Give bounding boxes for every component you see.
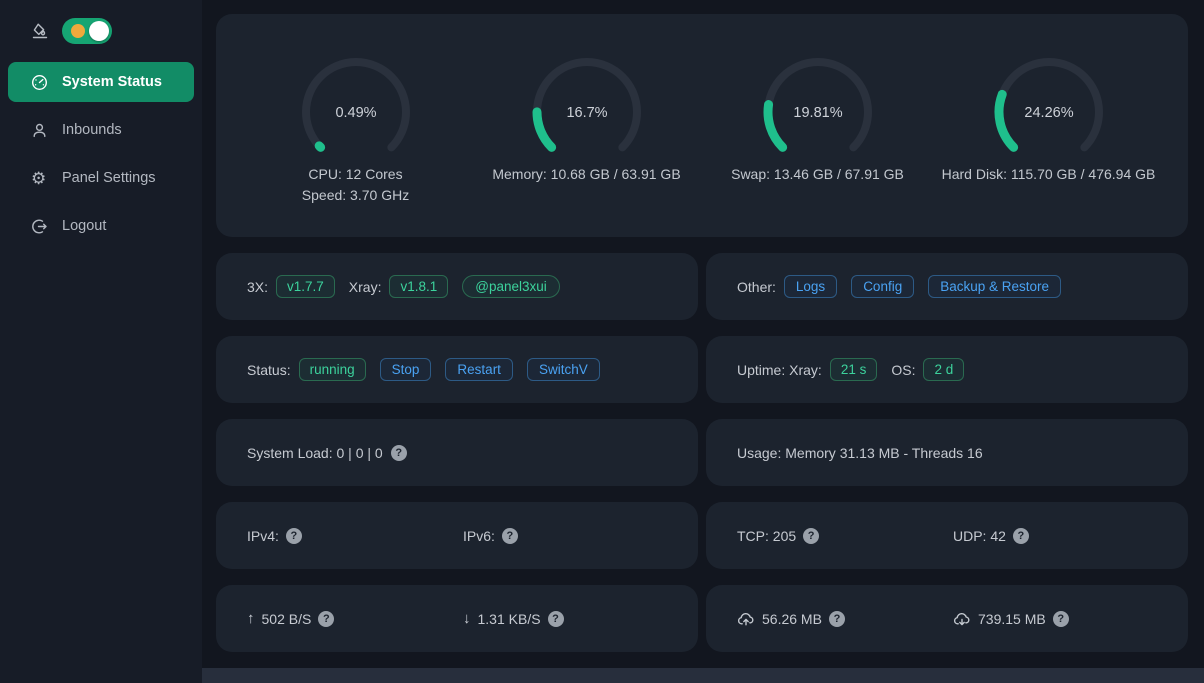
toggle-knob bbox=[89, 21, 109, 41]
sidebar-item-label: Logout bbox=[62, 218, 106, 234]
question-icon[interactable]: ? bbox=[318, 611, 334, 627]
ip-card: IPv4: ? IPv6: ? bbox=[216, 502, 698, 569]
panel-version-label: 3X: bbox=[247, 279, 268, 295]
traffic-total-card: 56.26 MB ? 739.15 MB ? bbox=[706, 585, 1188, 652]
version-card: 3X: v1.7.7 Xray: v1.8.1 @panel3xui bbox=[216, 253, 698, 320]
sidebar-item-label: System Status bbox=[62, 74, 162, 90]
gear-icon: ⚙ bbox=[31, 170, 48, 187]
uptime-os-badge: 2 d bbox=[923, 358, 964, 381]
system-load-card: System Load: 0 | 0 | 0 ? bbox=[216, 419, 698, 486]
question-icon[interactable]: ? bbox=[286, 528, 302, 544]
disk-gauge: 24.26% Hard Disk: 115.70 GB / 476.94 GB bbox=[933, 52, 1164, 237]
disk-label: Hard Disk: 115.70 GB / 476.94 GB bbox=[942, 164, 1156, 185]
memory-gauge: 16.7% Memory: 10.68 GB / 63.91 GB bbox=[471, 52, 702, 237]
dashboard-icon bbox=[31, 74, 48, 91]
swap-gauge: 19.81% Swap: 13.46 GB / 67.91 GB bbox=[702, 52, 933, 237]
cpu-label-line1: CPU: 12 Cores bbox=[308, 164, 402, 185]
logout-icon bbox=[31, 218, 48, 235]
stop-button[interactable]: Stop bbox=[380, 358, 432, 381]
cloud-upload-icon bbox=[737, 611, 755, 627]
app-window: System Status Inbounds ⚙ Panel Settings bbox=[0, 0, 1204, 683]
other-actions-card: Other: Logs Config Backup & Restore bbox=[706, 253, 1188, 320]
question-icon[interactable]: ? bbox=[803, 528, 819, 544]
sidebar-item-label: Inbounds bbox=[62, 122, 122, 138]
uptime-os-label: OS: bbox=[891, 362, 915, 378]
status-running-badge: running bbox=[299, 358, 366, 381]
switch-version-button[interactable]: SwitchV bbox=[527, 358, 600, 381]
total-upload-text: 56.26 MB bbox=[762, 611, 822, 627]
sidebar-theme-area bbox=[0, 14, 202, 48]
restart-button[interactable]: Restart bbox=[445, 358, 513, 381]
ipv6-label: IPv6: bbox=[463, 528, 495, 544]
status-label: Status: bbox=[247, 362, 291, 378]
sidebar-item-panel-settings[interactable]: ⚙ Panel Settings bbox=[8, 158, 194, 198]
arrow-up-icon: ↑ bbox=[247, 610, 255, 627]
system-load-text: System Load: 0 | 0 | 0 bbox=[247, 445, 383, 461]
question-icon[interactable]: ? bbox=[502, 528, 518, 544]
usage-text: Usage: Memory 31.13 MB - Threads 16 bbox=[737, 445, 983, 461]
upload-speed-text: 502 B/S bbox=[262, 611, 312, 627]
xray-version-badge: v1.8.1 bbox=[389, 275, 448, 298]
panel-version-badge: v1.7.7 bbox=[276, 275, 335, 298]
uptime-card: Uptime: Xray: 21 s OS: 2 d bbox=[706, 336, 1188, 403]
backup-restore-button[interactable]: Backup & Restore bbox=[928, 275, 1061, 298]
sidebar-item-logout[interactable]: Logout bbox=[8, 206, 194, 246]
user-icon bbox=[31, 122, 48, 139]
memory-label: Memory: 10.68 GB / 63.91 GB bbox=[492, 164, 680, 185]
swap-percent: 19.81% bbox=[793, 105, 842, 121]
question-icon[interactable]: ? bbox=[1053, 611, 1069, 627]
uptime-xray-label: Uptime: Xray: bbox=[737, 362, 822, 378]
ipv4-label: IPv4: bbox=[247, 528, 279, 544]
memory-percent: 16.7% bbox=[566, 105, 607, 121]
total-download-text: 739.15 MB bbox=[978, 611, 1046, 627]
xray-version-label: Xray: bbox=[349, 279, 382, 295]
sidebar-item-inbounds[interactable]: Inbounds bbox=[8, 110, 194, 150]
tcp-count-text: TCP: 205 bbox=[737, 528, 796, 544]
uptime-xray-badge: 21 s bbox=[830, 358, 878, 381]
network-speed-card: ↑ 502 B/S ? ↓ 1.31 KB/S ? bbox=[216, 585, 698, 652]
sidebar-item-label: Panel Settings bbox=[62, 170, 156, 186]
other-label: Other: bbox=[737, 279, 776, 295]
question-icon[interactable]: ? bbox=[1013, 528, 1029, 544]
cloud-download-icon bbox=[953, 611, 971, 627]
question-icon[interactable]: ? bbox=[548, 611, 564, 627]
sidebar-menu: System Status Inbounds ⚙ Panel Settings bbox=[0, 62, 202, 246]
cpu-gauge: 0.49% CPU: 12 Cores Speed: 3.70 GHz bbox=[240, 52, 471, 237]
question-icon[interactable]: ? bbox=[829, 611, 845, 627]
udp-count-text: UDP: 42 bbox=[953, 528, 1006, 544]
resource-gauges-card: 0.49% CPU: 12 Cores Speed: 3.70 GHz 16.7… bbox=[216, 14, 1188, 237]
toggle-sun-dot bbox=[71, 24, 85, 38]
disk-percent: 24.26% bbox=[1024, 105, 1073, 121]
logs-button[interactable]: Logs bbox=[784, 275, 837, 298]
swap-label: Swap: 13.46 GB / 67.91 GB bbox=[731, 164, 904, 185]
cpu-label-line2: Speed: 3.70 GHz bbox=[302, 185, 409, 206]
sidebar-item-system-status[interactable]: System Status bbox=[8, 62, 194, 102]
usage-card: Usage: Memory 31.13 MB - Threads 16 bbox=[706, 419, 1188, 486]
connections-card: TCP: 205 ? UDP: 42 ? bbox=[706, 502, 1188, 569]
arrow-down-icon: ↓ bbox=[463, 610, 471, 627]
xray-status-card: Status: running Stop Restart SwitchV bbox=[216, 336, 698, 403]
download-speed-text: 1.31 KB/S bbox=[478, 611, 541, 627]
telegram-channel-badge[interactable]: @panel3xui bbox=[462, 275, 560, 298]
cpu-percent: 0.49% bbox=[335, 105, 376, 121]
theme-colors-icon bbox=[31, 22, 49, 40]
config-button[interactable]: Config bbox=[851, 275, 914, 298]
sidebar: System Status Inbounds ⚙ Panel Settings bbox=[0, 0, 202, 683]
dark-mode-toggle[interactable] bbox=[62, 18, 112, 44]
system-status-page: 0.49% CPU: 12 Cores Speed: 3.70 GHz 16.7… bbox=[202, 0, 1204, 668]
question-icon[interactable]: ? bbox=[391, 445, 407, 461]
